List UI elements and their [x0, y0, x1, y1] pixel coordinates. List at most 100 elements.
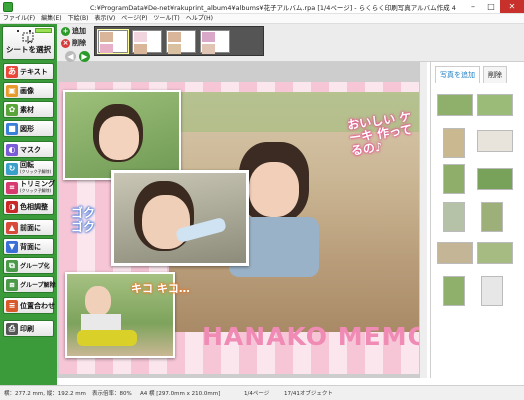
mask-tool-button[interactable]: ◐ マスク — [3, 141, 54, 158]
hue-tool-button[interactable]: ◑ 色相調整 — [3, 198, 54, 215]
back-icon: ▼ — [6, 241, 18, 253]
select-sheet-label: シートを選択 — [6, 45, 51, 54]
handwritten-caption-kikokiko[interactable]: キコ キコ… — [131, 282, 191, 295]
menu-bar: ファイル(F) 編集(E) 下絵(B) 表示(V) ページ(P) ツール(T) … — [0, 14, 524, 24]
photo-thumbnail[interactable] — [477, 130, 513, 152]
photo-panel: 写真を追加 削除 — [430, 62, 524, 378]
select-cursor-icon — [22, 32, 34, 44]
tool-label: 印刷 — [20, 325, 34, 333]
page-thumbnail-strip — [94, 26, 264, 56]
photo-image — [85, 286, 111, 316]
menu-help[interactable]: ヘルプ(H) — [183, 14, 216, 23]
window-title: C:¥ProgramData¥De-net¥rakuprint_album4¥a… — [90, 4, 456, 12]
menu-view[interactable]: 表示(V) — [91, 14, 118, 23]
photo-thumbnail[interactable] — [437, 242, 473, 264]
tool-label: グループ化 — [20, 263, 50, 270]
photo-thumbnail[interactable] — [443, 276, 465, 306]
ungroup-tool-button[interactable]: ⧈ グループ解除 — [3, 276, 56, 293]
photo-image — [77, 330, 137, 346]
ungroup-icon: ⧈ — [6, 279, 18, 291]
photo-thumbnail[interactable] — [443, 128, 465, 158]
delete-x-icon: × — [61, 38, 70, 48]
tool-label: 図形 — [20, 125, 34, 133]
text-tool-button[interactable]: あ テキスト — [3, 63, 54, 80]
page-thumbnail[interactable] — [132, 30, 162, 54]
page-thumbnail[interactable] — [200, 30, 230, 54]
tool-sublabel: (クリック子解除) — [20, 169, 52, 174]
tool-label: 色相調整 — [20, 203, 48, 211]
indicator-badge — [35, 28, 52, 33]
trim-tool-button[interactable]: ⌗ トリミング (クリック子解除) — [3, 179, 55, 196]
title-bar: C:¥ProgramData¥De-net¥rakuprint_album4¥a… — [0, 0, 524, 14]
shape-icon: ■ — [6, 123, 18, 135]
tool-label: テキスト — [20, 68, 48, 76]
page-toolbar: + 追加 × 削除 ◀ ▶ — [57, 24, 524, 62]
tool-label: 位置合わせ — [20, 302, 55, 310]
prev-page-icon[interactable]: ◀ — [65, 51, 76, 62]
tab-add-photo[interactable]: 写真を追加 — [435, 66, 480, 83]
close-button[interactable]: ✕ — [500, 0, 524, 13]
select-sheet-button[interactable]: シートを選択 — [2, 26, 55, 60]
album-page-canvas[interactable]: おいしい ケーキ 作ってるの♪ ゴク ゴク キコ キコ… HANAKO MEMO… — [59, 82, 423, 374]
print-icon: ⎙ — [6, 323, 18, 335]
image-tool-button[interactable]: ▣ 画像 — [3, 82, 54, 99]
tool-label: トリミング (クリック子解除) — [20, 180, 55, 194]
front-tool-button[interactable]: ▲ 前面に — [3, 219, 54, 236]
menu-edit[interactable]: 編集(E) — [38, 14, 64, 23]
photo-thumbnail[interactable] — [477, 94, 513, 116]
photo-thumbnail[interactable] — [443, 164, 465, 194]
photo-thumbnail[interactable] — [481, 276, 503, 306]
workspace: おいしい ケーキ 作ってるの♪ ゴク ゴク キコ キコ… HANAKO MEMO… — [57, 62, 427, 378]
tool-label: 背面に — [20, 243, 41, 251]
rotate-tool-button[interactable]: ↻ 回転 (クリック子解除) — [3, 160, 54, 177]
window-controls: – □ ✕ — [464, 0, 524, 13]
status-bar: 横：277.2 mm, 縦：192.2 mm 表示倍率：80% A4 横 [29… — [0, 385, 524, 400]
plus-icon: + — [61, 26, 70, 36]
app-icon — [3, 2, 13, 12]
tool-sublabel: (クリック子解除) — [20, 188, 52, 193]
photo-thumbnail[interactable] — [437, 94, 473, 116]
photo-thumbnail[interactable] — [477, 242, 513, 264]
status-size: 横：277.2 mm, 縦：192.2 mm — [4, 391, 86, 397]
status-zoom: 表示倍率：80% — [92, 391, 132, 397]
status-paper: A4 横 [297.0mm x 210.0mm] — [140, 391, 221, 397]
hue-icon: ◑ — [6, 201, 18, 213]
tab-delete-photo[interactable]: 削除 — [483, 66, 507, 83]
handwritten-caption-gokugoku[interactable]: ゴク ゴク — [71, 206, 109, 234]
page-thumbnail[interactable] — [97, 29, 129, 54]
menu-file[interactable]: ファイル(F) — [0, 14, 38, 23]
menu-tools[interactable]: ツール(T) — [150, 14, 182, 23]
photo-frame-top-left[interactable] — [63, 90, 181, 180]
material-tool-button[interactable]: ✿ 素材 — [3, 101, 54, 118]
status-page: 1/4ページ — [244, 391, 270, 397]
photo-thumbnail[interactable] — [443, 202, 465, 232]
maximize-button[interactable]: □ — [482, 0, 500, 13]
minimize-button[interactable]: – — [464, 0, 482, 13]
next-page-icon[interactable]: ▶ — [79, 51, 90, 62]
add-page-button[interactable]: + 追加 — [61, 26, 86, 36]
photo-frame-drinking[interactable] — [111, 170, 249, 266]
back-tool-button[interactable]: ▼ 背面に — [3, 238, 54, 255]
vertical-scrollbar[interactable] — [419, 62, 427, 378]
mask-icon: ◐ — [6, 144, 18, 156]
tool-label: 画像 — [20, 87, 34, 95]
print-tool-button[interactable]: ⎙ 印刷 — [3, 320, 54, 337]
material-icon: ✿ — [6, 104, 18, 116]
tool-label: グループ解除 — [20, 282, 56, 289]
photo-thumbnail[interactable] — [481, 202, 503, 232]
group-tool-button[interactable]: ⧉ グループ化 — [3, 257, 54, 274]
menu-page[interactable]: ページ(P) — [118, 14, 150, 23]
rotate-icon: ↻ — [6, 163, 18, 175]
align-tool-button[interactable]: ≡ 位置合わせ — [3, 297, 55, 314]
photo-image — [99, 116, 139, 160]
delete-page-button[interactable]: × 削除 — [61, 38, 86, 48]
align-icon: ≡ — [6, 300, 18, 312]
page-thumbnail[interactable] — [166, 30, 196, 54]
photo-thumbnail[interactable] — [477, 168, 513, 190]
delete-page-label: 削除 — [72, 39, 86, 47]
tool-label-text: トリミング — [20, 180, 55, 188]
album-title-text[interactable]: HANAKO MEMORY — [202, 322, 423, 351]
photo-image — [249, 162, 299, 217]
menu-background[interactable]: 下絵(B) — [65, 14, 92, 23]
shape-tool-button[interactable]: ■ 図形 — [3, 120, 54, 137]
